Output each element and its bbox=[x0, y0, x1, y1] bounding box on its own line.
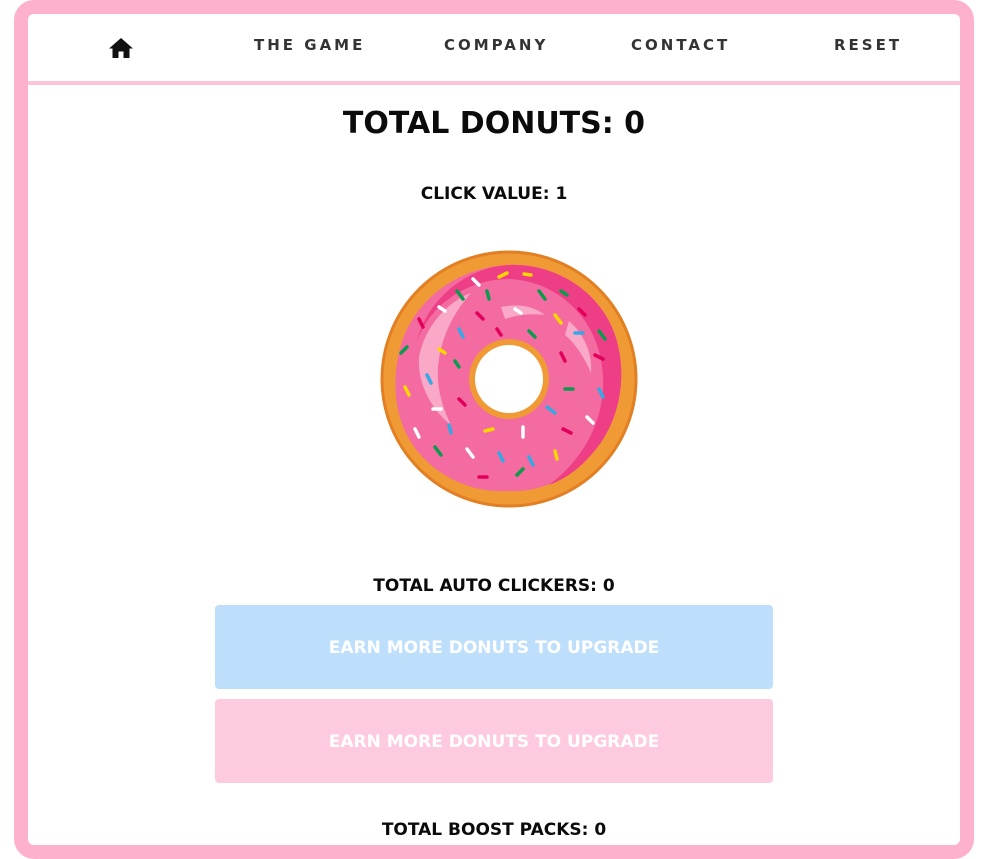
nav-the-game[interactable]: THE GAME bbox=[254, 36, 365, 54]
home-link[interactable] bbox=[108, 36, 134, 60]
game-frame: THE GAME COMPANY CONTACT RESET TOTAL DON… bbox=[14, 0, 974, 859]
total-boost-packs-label: TOTAL BOOST PACKS: 0 bbox=[381, 820, 607, 840]
nav-company[interactable]: COMPANY bbox=[444, 36, 548, 54]
total-auto-clickers-label: TOTAL AUTO CLICKERS: 0 bbox=[373, 576, 615, 596]
nav-reset[interactable]: RESET bbox=[834, 36, 902, 54]
nav-contact[interactable]: CONTACT bbox=[631, 36, 730, 54]
donut-icon bbox=[380, 250, 638, 508]
top-nav: THE GAME COMPANY CONTACT RESET bbox=[28, 14, 960, 85]
boost-pack-upgrade-button[interactable]: EARN MORE DONUTS TO UPGRADE bbox=[215, 699, 773, 783]
home-icon bbox=[109, 38, 133, 58]
auto-clicker-upgrade-button[interactable]: EARN MORE DONUTS TO UPGRADE bbox=[215, 605, 773, 689]
total-donuts-counter: TOTAL DONUTS: 0 bbox=[342, 106, 646, 141]
click-value-label: CLICK VALUE: 1 bbox=[420, 184, 568, 204]
donut-click-target[interactable] bbox=[379, 249, 639, 509]
